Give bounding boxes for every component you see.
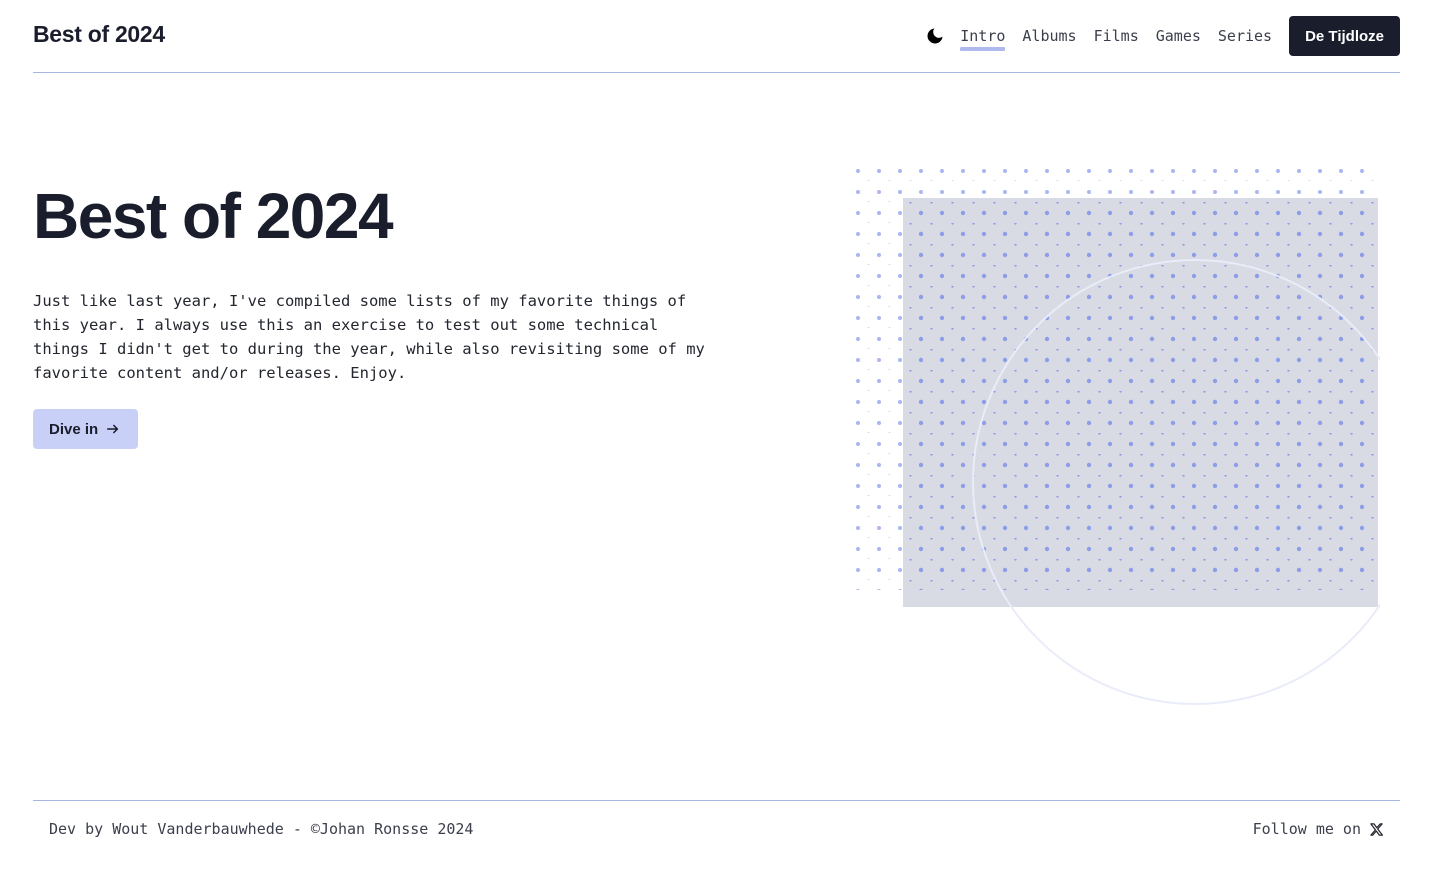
follow-label: Follow me on	[1252, 820, 1361, 838]
main-nav: Intro Albums Films Games Series De Tijdl…	[924, 16, 1400, 56]
nav-link-series[interactable]: Series	[1218, 27, 1272, 45]
hero-intro-text: Just like last year, I've compiled some …	[33, 292, 705, 382]
arrow-right-icon	[106, 422, 120, 436]
de-tijdloze-button[interactable]: De Tijdloze	[1289, 16, 1400, 56]
moon-icon[interactable]	[924, 25, 946, 47]
hero-illustration	[854, 160, 1400, 720]
hero-title: Best of 2024	[33, 180, 394, 252]
follow-link[interactable]: Follow me on	[1253, 820, 1384, 838]
nav-link-albums[interactable]: Albums	[1022, 27, 1076, 45]
nav-link-films[interactable]: Films	[1094, 27, 1139, 45]
x-logo-icon[interactable]	[1369, 822, 1384, 837]
site-footer: Dev by Wout Vanderbauwhede - ©Johan Rons…	[33, 800, 1400, 878]
footer-credits: Dev by Wout Vanderbauwhede - ©Johan Rons…	[49, 820, 474, 838]
site-header: Best of 2024 Intro Albums Films Games Se…	[33, 0, 1400, 73]
site-logo[interactable]: Best of 2024	[33, 21, 165, 48]
dive-in-label: Dive in	[49, 420, 99, 438]
nav-link-games[interactable]: Games	[1156, 27, 1201, 45]
nav-link-intro[interactable]: Intro	[960, 27, 1006, 51]
dive-in-button[interactable]: Dive in	[33, 409, 138, 449]
